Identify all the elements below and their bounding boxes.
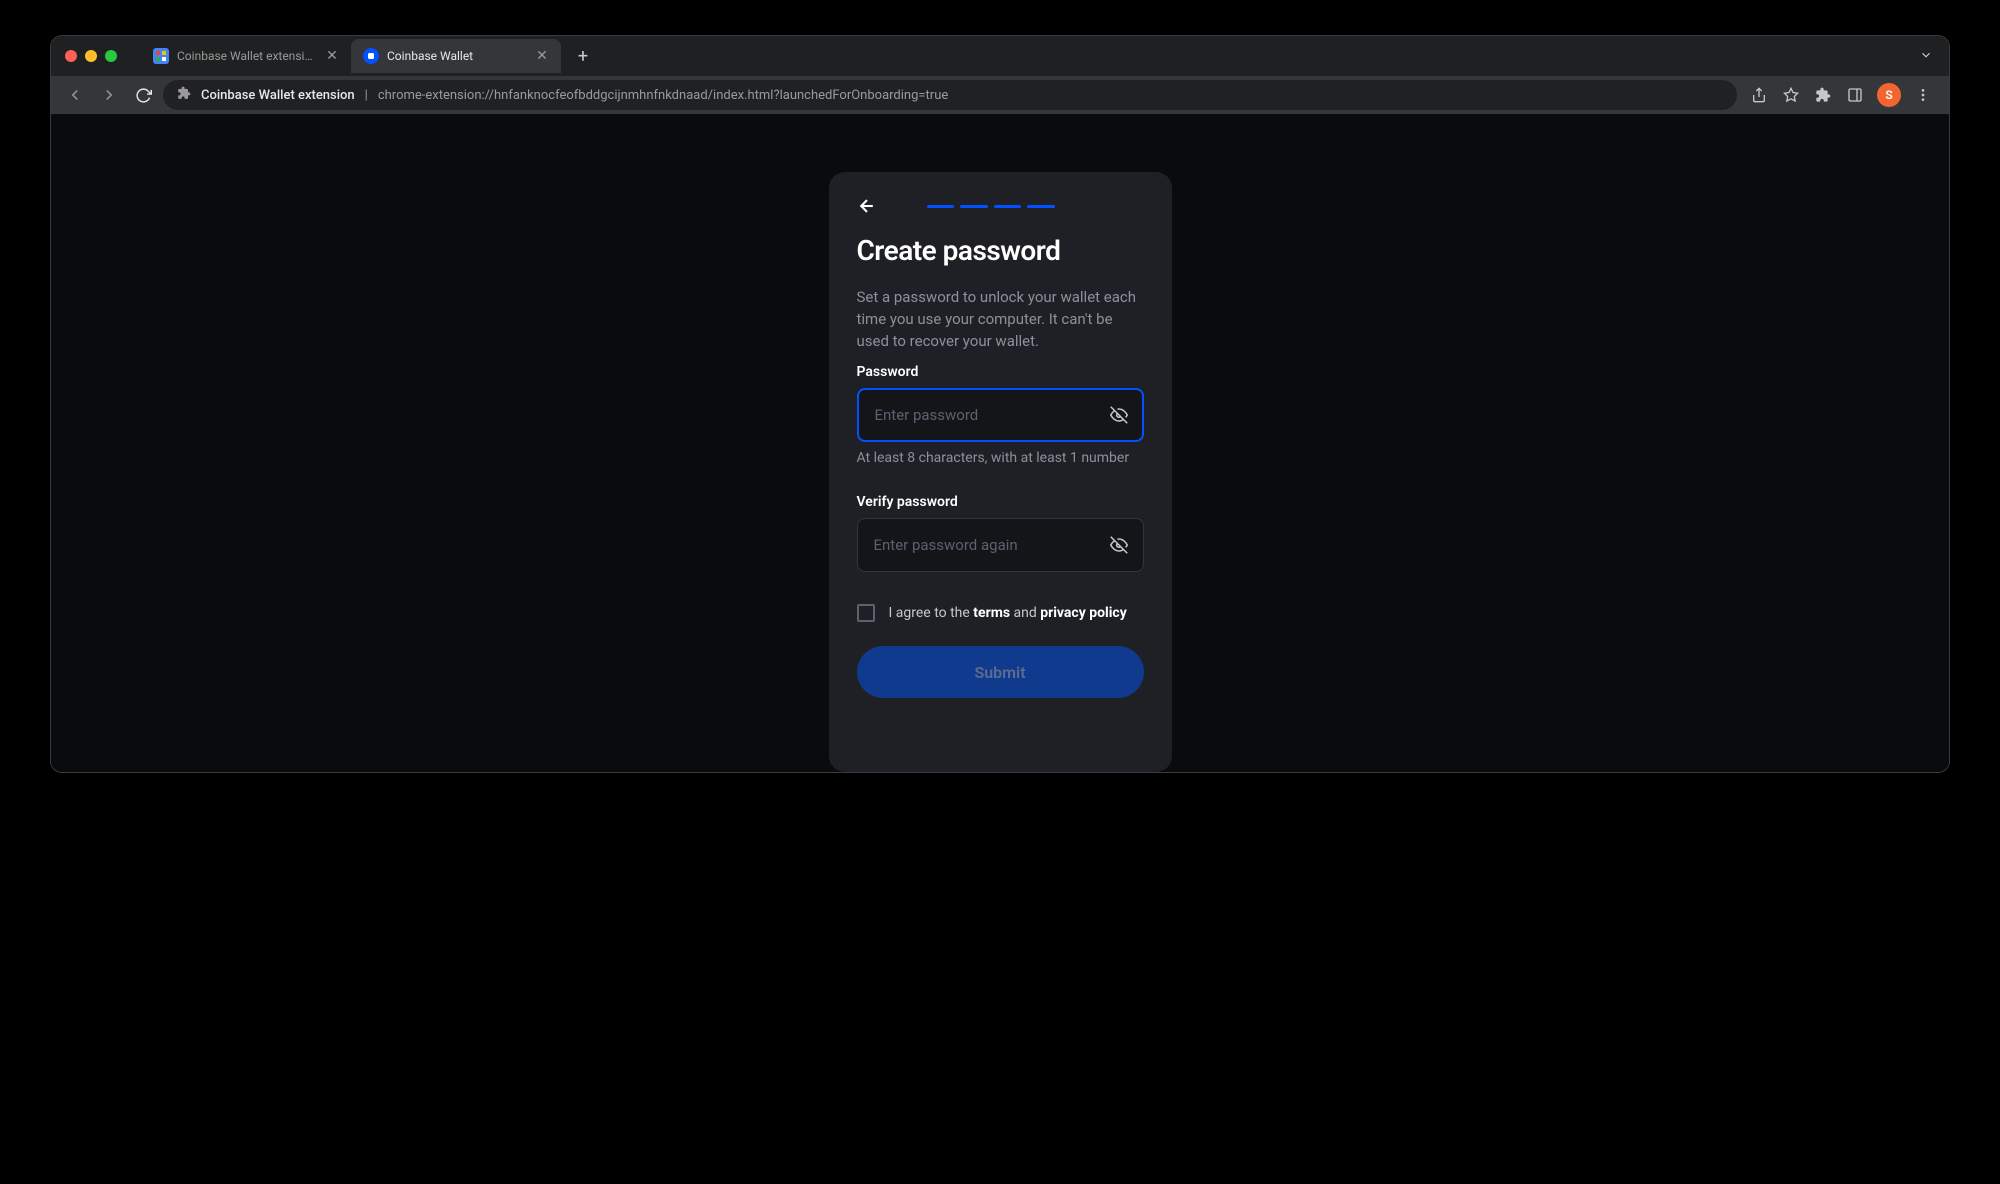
favicon-coinbase-icon: [363, 48, 379, 64]
verify-label: Verify password: [857, 494, 1144, 510]
reload-button[interactable]: [129, 81, 157, 109]
progress-indicator: [927, 205, 1055, 208]
page-description: Set a password to unlock your wallet eac…: [857, 287, 1144, 352]
traffic-lights: [65, 50, 117, 62]
tab-active[interactable]: Coinbase Wallet ✕: [351, 39, 561, 73]
extensions-icon[interactable]: [1813, 85, 1833, 105]
forward-button[interactable]: [95, 81, 123, 109]
address-bar[interactable]: Coinbase Wallet extension | chrome-exten…: [163, 80, 1737, 110]
progress-segment: [994, 205, 1022, 208]
password-input-wrap: [857, 388, 1144, 442]
tab-title: Coinbase Wallet extension - Ch: [177, 49, 317, 63]
menu-icon[interactable]: [1913, 85, 1933, 105]
window-minimize-button[interactable]: [85, 50, 97, 62]
window-maximize-button[interactable]: [105, 50, 117, 62]
privacy-link[interactable]: privacy policy: [1040, 605, 1127, 621]
profile-avatar[interactable]: S: [1877, 83, 1901, 107]
terms-link[interactable]: terms: [973, 605, 1010, 621]
extension-icon: [177, 86, 191, 104]
password-input[interactable]: [857, 388, 1144, 442]
address-extension-name: Coinbase Wallet extension: [201, 88, 355, 103]
back-button[interactable]: [61, 81, 89, 109]
password-label: Password: [857, 364, 1144, 380]
terms-checkbox[interactable]: [857, 604, 875, 622]
verify-section: Verify password: [857, 494, 1144, 572]
favicon-chrome-webstore-icon: [153, 48, 169, 64]
content-area: Create password Set a password to unlock…: [51, 114, 1949, 772]
progress-segment: [1027, 205, 1055, 208]
toolbar: Coinbase Wallet extension | chrome-exten…: [51, 76, 1949, 114]
tab-title: Coinbase Wallet: [387, 49, 527, 63]
terms-agree-row: I agree to the terms and privacy policy: [857, 604, 1144, 622]
progress-segment: [960, 205, 988, 208]
avatar-initial: S: [1885, 88, 1892, 102]
agree-prefix: I agree to the: [889, 605, 974, 621]
new-tab-button[interactable]: +: [569, 42, 597, 70]
verify-input-wrap: [857, 518, 1144, 572]
toggle-visibility-icon[interactable]: [1110, 406, 1128, 424]
address-url: chrome-extension://hnfanknocfeofbddgcijn…: [378, 88, 948, 103]
verify-password-input[interactable]: [857, 518, 1144, 572]
tab-close-button[interactable]: ✕: [535, 49, 549, 63]
tab-close-button[interactable]: ✕: [325, 49, 339, 63]
toggle-visibility-icon[interactable]: [1110, 536, 1128, 554]
progress-segment: [927, 205, 955, 208]
bookmark-star-icon[interactable]: [1781, 85, 1801, 105]
tab-bar: Coinbase Wallet extension - Ch ✕ Coinbas…: [51, 36, 1949, 76]
browser-chrome: Coinbase Wallet extension - Ch ✕ Coinbas…: [51, 36, 1949, 114]
agree-and: and: [1010, 605, 1040, 621]
page-title: Create password: [857, 234, 1144, 267]
back-arrow-icon[interactable]: [857, 196, 877, 216]
submit-button[interactable]: Submit: [857, 646, 1144, 698]
side-panel-icon[interactable]: [1845, 85, 1865, 105]
browser-window: Coinbase Wallet extension - Ch ✕ Coinbas…: [50, 35, 1950, 773]
tab-inactive[interactable]: Coinbase Wallet extension - Ch ✕: [141, 39, 351, 73]
tabs: Coinbase Wallet extension - Ch ✕ Coinbas…: [141, 39, 597, 73]
password-hint: At least 8 characters, with at least 1 n…: [857, 450, 1144, 466]
tab-overflow-button[interactable]: [1919, 47, 1949, 66]
wallet-onboarding-card: Create password Set a password to unlock…: [829, 172, 1172, 772]
terms-text: I agree to the terms and privacy policy: [889, 605, 1127, 621]
share-icon[interactable]: [1749, 85, 1769, 105]
card-header: [857, 196, 1144, 216]
window-close-button[interactable]: [65, 50, 77, 62]
toolbar-right: S: [1743, 83, 1939, 107]
address-separator: |: [365, 88, 368, 103]
